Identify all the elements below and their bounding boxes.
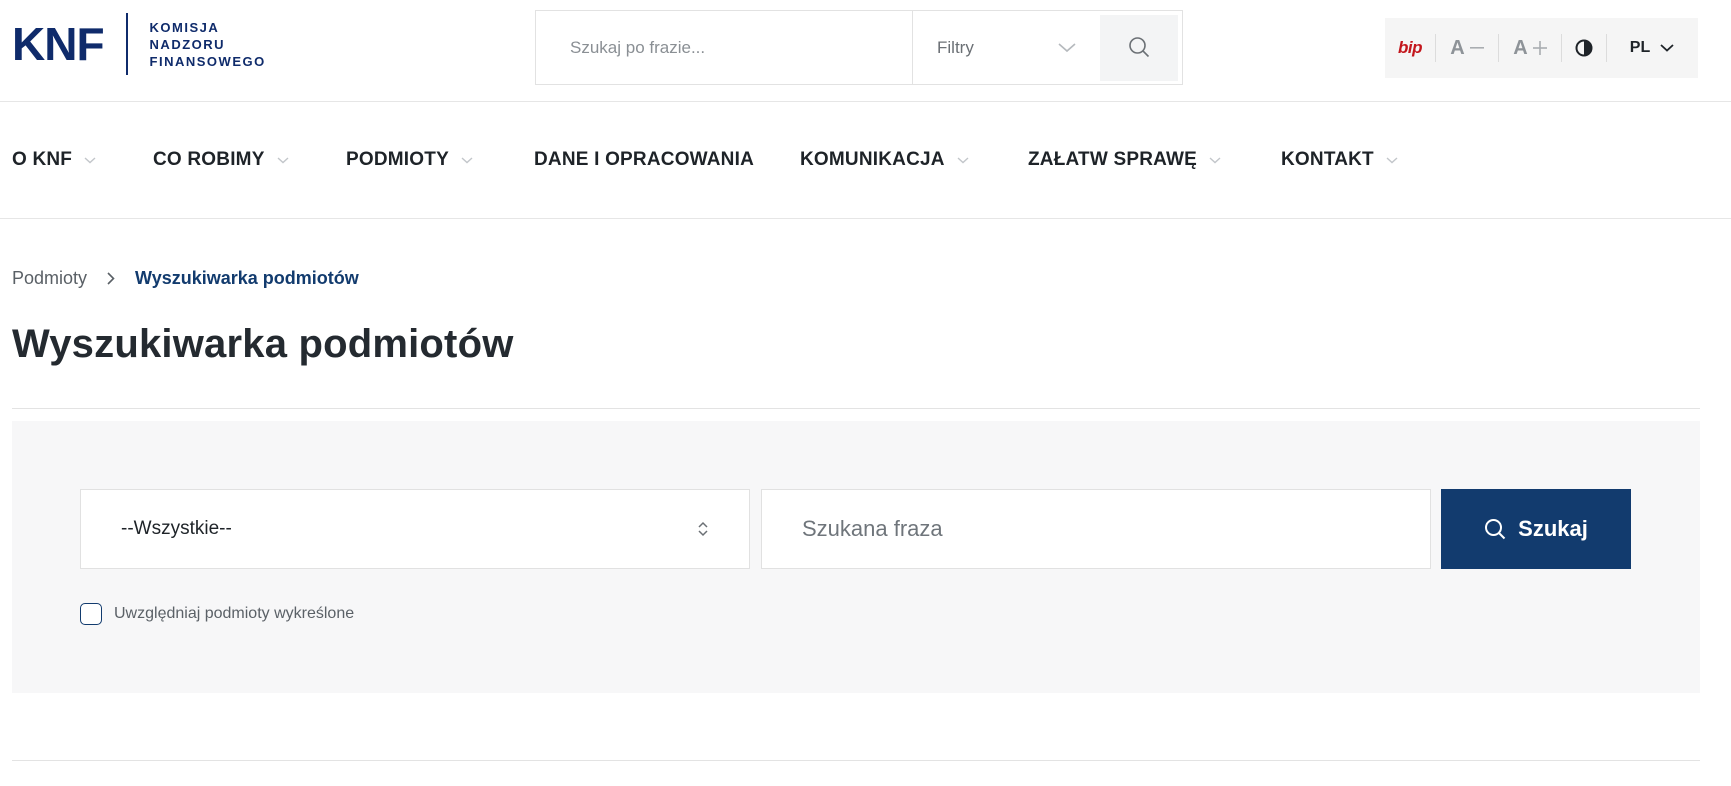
nav-item-komunikacja[interactable]: KOMUNIKACJA bbox=[800, 149, 969, 171]
chevron-down-icon bbox=[1660, 44, 1674, 52]
contrast-icon bbox=[1575, 39, 1593, 57]
breadcrumb-link-podmioty[interactable]: Podmioty bbox=[12, 268, 87, 289]
logo-line-3: FINANSOWEGO bbox=[149, 53, 266, 69]
nav-item-label: O KNF bbox=[12, 149, 73, 170]
chevron-up-down-icon bbox=[697, 520, 709, 538]
main-navigation: O KNF CO ROBIMY PODMIOTY DANE I OPRACOWA… bbox=[0, 102, 1731, 219]
chevron-down-icon bbox=[1209, 156, 1221, 164]
filters-label: Filtry bbox=[937, 37, 974, 57]
divider bbox=[12, 760, 1700, 761]
filters-dropdown[interactable]: Filtry bbox=[912, 11, 1100, 84]
nav-item-o-knf[interactable]: O KNF bbox=[12, 149, 96, 171]
logo-line-1: KOMISJA bbox=[149, 19, 220, 35]
breadcrumb: Podmioty Wyszukiwarka podmiotów bbox=[12, 268, 359, 289]
nav-item-label: CO ROBIMY bbox=[153, 149, 265, 170]
chevron-down-icon bbox=[957, 156, 969, 164]
entity-type-select-value: --Wszystkie-- bbox=[121, 518, 232, 539]
header-search-input[interactable] bbox=[536, 11, 912, 84]
chevron-down-icon bbox=[1386, 156, 1398, 164]
include-removed-checkbox[interactable] bbox=[80, 603, 102, 625]
logo-line-2: NADZORU bbox=[149, 36, 226, 52]
chevron-down-icon bbox=[277, 156, 289, 164]
include-removed-option[interactable]: Uwzględniaj podmioty wykreślone bbox=[80, 603, 354, 625]
contrast-toggle[interactable] bbox=[1562, 18, 1606, 78]
chevron-down-icon bbox=[84, 156, 96, 164]
nav-item-kontakt[interactable]: KONTAKT bbox=[1281, 149, 1398, 171]
knf-logo[interactable]: KNF KOMISJA NADZORU FINANSOWEGO bbox=[12, 13, 266, 75]
font-decrease-button[interactable]: A bbox=[1436, 18, 1498, 78]
nav-item-label: ZAŁATW SPRAWĘ bbox=[1028, 149, 1198, 170]
language-label: PL bbox=[1629, 39, 1651, 56]
include-removed-label: Uwzględniaj podmioty wykreślone bbox=[114, 605, 355, 622]
search-button-label: Szukaj bbox=[1518, 516, 1588, 541]
logo-divider bbox=[125, 13, 128, 75]
font-decrease-label: A bbox=[1450, 36, 1465, 59]
logo-text: KOMISJA NADZORU FINANSOWEGO bbox=[150, 19, 266, 70]
chevron-right-icon bbox=[107, 272, 115, 285]
chevron-down-icon bbox=[1058, 38, 1076, 58]
nav-item-label: KONTAKT bbox=[1281, 149, 1374, 170]
nav-item-label: DANE I OPRACOWANIA bbox=[534, 149, 754, 170]
site-header: KNF KOMISJA NADZORU FINANSOWEGO Filtry b… bbox=[0, 0, 1731, 102]
search-icon bbox=[1484, 518, 1506, 540]
breadcrumb-current: Wyszukiwarka podmiotów bbox=[135, 268, 359, 288]
bip-link[interactable]: bip bbox=[1385, 18, 1435, 78]
search-phrase-input[interactable] bbox=[761, 489, 1431, 569]
font-increase-button[interactable]: A bbox=[1499, 18, 1561, 78]
nav-item-label: PODMIOTY bbox=[346, 149, 449, 170]
divider bbox=[12, 408, 1700, 409]
nav-item-dane-i-opracowania[interactable]: DANE I OPRACOWANIA bbox=[534, 149, 754, 171]
nav-item-zalatw-sprawe[interactable]: ZAŁATW SPRAWĘ bbox=[1028, 149, 1221, 171]
entity-search-panel: --Wszystkie-- Szukaj Uwzględniaj podmiot… bbox=[12, 421, 1700, 693]
search-icon bbox=[1128, 36, 1150, 61]
chevron-down-icon bbox=[461, 156, 473, 164]
minus-icon bbox=[1469, 46, 1484, 50]
header-search-bar: Filtry bbox=[535, 10, 1183, 85]
nav-item-co-robimy[interactable]: CO ROBIMY bbox=[153, 149, 289, 171]
nav-item-podmioty[interactable]: PODMIOTY bbox=[346, 149, 473, 171]
language-selector[interactable]: PL bbox=[1607, 18, 1697, 78]
logo-mark: KNF bbox=[12, 18, 105, 70]
page-title: Wyszukiwarka podmiotów bbox=[12, 322, 514, 366]
accessibility-toolbar: bip A A PL bbox=[1385, 18, 1698, 78]
entity-type-select[interactable]: --Wszystkie-- bbox=[80, 489, 750, 569]
nav-item-label: KOMUNIKACJA bbox=[800, 149, 945, 170]
search-button[interactable]: Szukaj bbox=[1441, 489, 1631, 569]
plus-icon bbox=[1532, 41, 1547, 55]
font-increase-label: A bbox=[1513, 36, 1528, 59]
header-search-button[interactable] bbox=[1100, 15, 1178, 81]
